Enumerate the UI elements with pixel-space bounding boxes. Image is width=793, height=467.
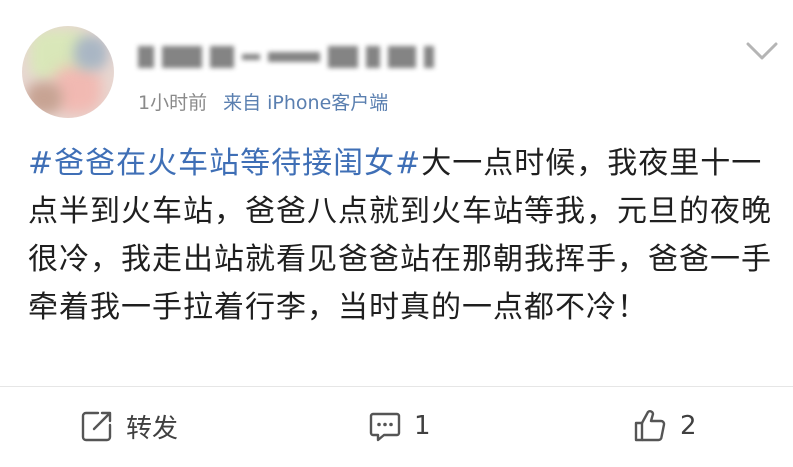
comment-icon	[369, 412, 401, 442]
repost-button[interactable]: 转发	[80, 406, 178, 446]
post-source[interactable]: 来自 iPhone客户端	[223, 88, 388, 115]
avatar[interactable]	[22, 26, 114, 118]
repost-icon	[81, 411, 112, 442]
like-count: 2	[680, 411, 697, 441]
comment-count: 1	[414, 411, 431, 441]
repost-label: 转发	[126, 413, 179, 444]
chevron-down-icon[interactable]	[744, 38, 780, 64]
thumbs-up-icon	[634, 410, 666, 442]
post-header: 1小时前 来自 iPhone客户端	[0, 0, 793, 130]
like-button[interactable]: 2	[632, 406, 697, 446]
post-content: #爸爸在火车站等待接闺女#大一点时候，我夜里十一点半到火车站，爸爸八点就到火车站…	[28, 140, 773, 332]
divider	[0, 386, 793, 387]
username-blurred[interactable]	[138, 40, 438, 74]
action-bar: 转发 1 2	[0, 392, 793, 462]
hashtag-link[interactable]: #爸爸在火车站等待接闺女#	[28, 146, 421, 181]
comment-button[interactable]: 1	[368, 406, 431, 446]
post-meta: 1小时前 来自 iPhone客户端	[138, 88, 388, 115]
post-time: 1小时前	[138, 92, 208, 114]
